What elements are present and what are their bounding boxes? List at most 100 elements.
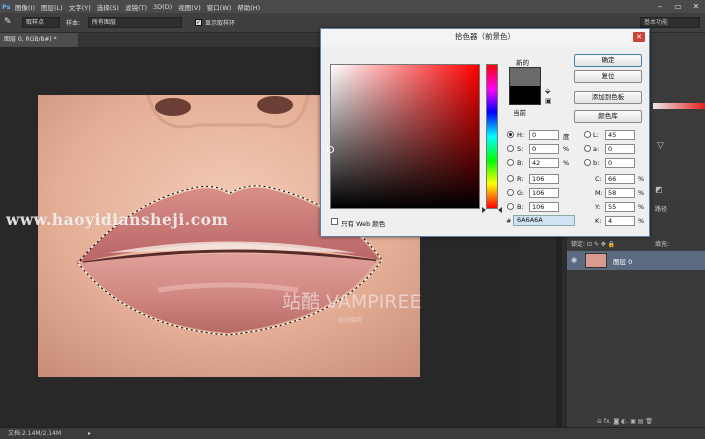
black-unit: % [638,217,645,225]
dialog-close-icon[interactable]: ✕ [633,32,645,42]
menu-layer[interactable]: 图层(L) [38,2,66,12]
status-arrow-icon[interactable]: ▸ [88,428,91,439]
menu-type[interactable]: 文字(Y) [66,2,94,12]
doc-info: 文档:2.14M/2.14M [8,430,62,437]
menu-window[interactable]: 窗口(W) [204,2,235,12]
maximize-icon[interactable]: ▭ [669,0,687,13]
color-libraries-button[interactable]: 颜色库 [574,110,642,123]
status-bar: 文档:2.14M/2.14M ▸ [0,427,705,439]
hue-input[interactable]: 0 [529,130,559,140]
layer-row-layer0[interactable]: ◉ 图层 0 [567,251,705,270]
color-picker-dialog: 拾色器（前景色） ✕ 新的 当前 ⬙ ▣ 确定 复位 添加到色板 颜色库 H: … [320,28,650,237]
ok-button[interactable]: 确定 [574,54,642,67]
layer-name[interactable]: 图层 0 [613,256,632,266]
close-window-icon[interactable]: ✕ [687,0,705,13]
yellow-label: Y: [595,203,601,211]
layers-footer-icons[interactable]: ⊖ fx. ◙ ◐. ▣ ▤ 🗑 [567,418,705,427]
add-to-swatches-button[interactable]: 添加到色板 [574,91,642,104]
reset-button[interactable]: 复位 [574,70,642,83]
styles-icon[interactable]: ◩ [655,185,663,194]
color-picker-cursor[interactable] [327,146,334,153]
app-logo-icon[interactable]: Ps [0,3,12,11]
brightness-input[interactable]: 42 [529,158,559,168]
hex-input[interactable]: 6A6A6A [513,215,575,226]
brightness-unit: % [563,159,570,167]
lab-b-label: b: [593,159,600,167]
lab-b-input[interactable]: 0 [605,158,635,168]
menu-bar: Ps 图像(I) 图层(L) 文字(Y) 选择(S) 滤镜(T) 3D(D) 视… [0,0,705,13]
menu-help[interactable]: 帮助(H) [234,2,263,12]
magenta-label: M: [595,189,603,197]
web-safe-cube-icon[interactable]: ▣ [545,97,552,105]
hue-label: H: [517,131,525,139]
document-tab-label: 图层 0, RGB/8#) * [4,36,57,43]
cyan-unit: % [638,175,645,183]
menu-filter[interactable]: 滤镜(T) [122,2,150,12]
document-tab[interactable]: 图层 0, RGB/8#) * [0,33,78,47]
brightness-label: B: [517,159,524,167]
menu-3d[interactable]: 3D(D) [150,3,175,11]
yellow-input[interactable]: 55 [605,202,635,212]
hue-unit: 度 [563,133,570,141]
yellow-unit: % [638,203,645,211]
saturation-input[interactable]: 0 [529,144,559,154]
fill-label: 填充: [655,241,670,248]
dialog-title: 拾色器（前景色） [321,29,649,45]
menu-image[interactable]: 图像(I) [12,2,38,12]
radio-hue[interactable] [507,131,514,138]
web-colors-label: 只有 Web 颜色 [341,220,386,228]
lab-a-label: a: [593,145,600,153]
layer-thumbnail [585,253,607,268]
current-color-label: 当前 [513,109,526,117]
blue-label: B: [517,203,524,211]
red-input[interactable]: 106 [529,174,559,184]
magenta-input[interactable]: 58 [605,188,635,198]
radio-lab-b[interactable] [584,159,591,166]
hex-prefix: # [506,217,512,225]
visibility-eye-icon[interactable]: ◉ [571,256,577,264]
gamut-warning-icon[interactable]: ⬙ [545,87,550,95]
green-input[interactable]: 106 [529,188,559,198]
black-input[interactable]: 4 [605,216,635,226]
cyan-label: C: [595,175,602,183]
new-color-swatch [509,67,541,86]
lab-l-label: L: [593,131,599,139]
radio-brightness[interactable] [507,159,514,166]
lab-a-input[interactable]: 0 [605,144,635,154]
radio-green[interactable] [507,189,514,196]
blue-input[interactable]: 106 [529,202,559,212]
saturation-brightness-field[interactable] [327,64,480,209]
radio-saturation[interactable] [507,145,514,152]
saturation-unit: % [563,145,570,153]
menu-select[interactable]: 选择(S) [94,2,122,12]
radio-blue[interactable] [507,203,514,210]
color-ramp[interactable] [653,103,705,109]
layers-tab-paths[interactable]: 路径 [655,204,667,213]
cyan-input[interactable]: 66 [605,174,635,184]
adjustment-triangle-icon[interactable]: ▽ [657,141,664,151]
show-ring-label: 显示取样环 [205,20,236,27]
menu-view[interactable]: 视图(V) [175,2,204,12]
radio-red[interactable] [507,175,514,182]
show-ring-checkbox[interactable]: ✓ [195,19,202,26]
green-label: G: [517,189,525,197]
magenta-unit: % [638,189,645,197]
layers-lock-row[interactable]: 锁定: ⊡ ✎ ✥ 🔒 [571,239,615,248]
radio-lab-a[interactable] [584,145,591,152]
watermark-brand: 站酷 VAMPIREE [282,291,422,313]
lab-l-input[interactable]: 45 [605,130,635,140]
black-label: K: [595,217,602,225]
hue-slider-handle[interactable] [482,207,502,213]
eyedropper-icon[interactable]: ✎ [4,17,18,29]
document-tabbar: 图层 0, RGB/8#) * [0,33,320,47]
web-colors-checkbox[interactable] [331,218,338,225]
current-color-swatch[interactable] [509,86,541,105]
workspace-select[interactable]: 基本功能 [640,17,700,28]
minimize-icon[interactable]: – [651,0,669,13]
radio-lab-l[interactable] [584,131,591,138]
sample-size-select[interactable]: 取样点 [22,17,60,28]
red-label: R: [517,175,524,183]
sample-layers-select[interactable]: 所有图层 [88,17,182,28]
new-color-label: 新的 [516,59,529,67]
hue-slider[interactable] [486,64,498,209]
